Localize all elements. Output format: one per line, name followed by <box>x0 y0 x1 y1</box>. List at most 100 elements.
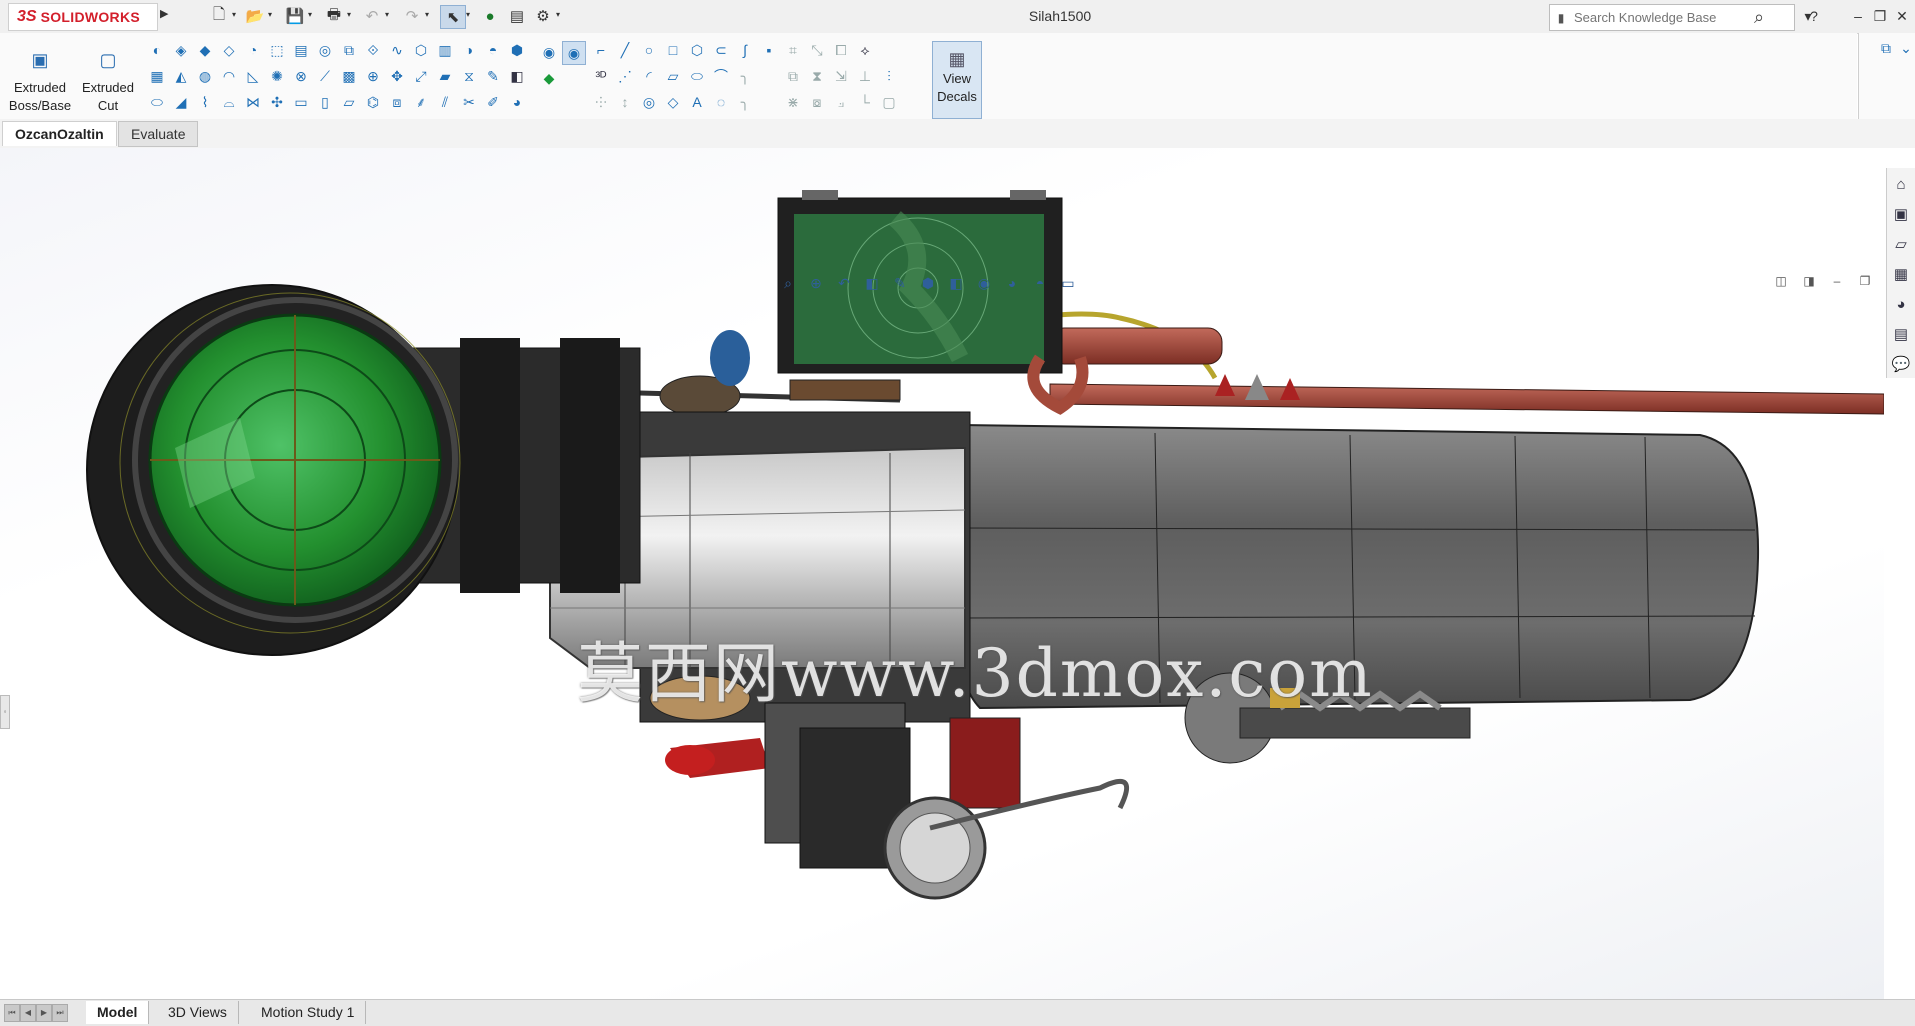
dome-icon[interactable]: ◠ <box>218 65 240 87</box>
arc-icon[interactable]: ◜ <box>638 65 660 87</box>
graphics-area[interactable]: 莫西网www.3dmox.com ◦ ⌕ ⊕ ↶ ◧ ✎ ⬢ ◧ ◉ ◕ ◓ ▭… <box>0 148 1884 999</box>
open-icon[interactable]: 📂 <box>243 5 267 27</box>
select-cursor-icon[interactable]: ⬉ <box>440 5 466 29</box>
spline-icon[interactable]: ∫ <box>734 39 756 61</box>
circle-icon[interactable]: ○ <box>638 39 660 61</box>
ellipse-icon[interactable]: ⬭ <box>686 65 708 87</box>
extruded-cut-button[interactable]: ▢ Extruded Cut <box>76 39 140 115</box>
prev-tab-arrow-icon[interactable]: ◀ <box>20 1004 36 1022</box>
redo-icon[interactable]: ↷ <box>400 5 424 27</box>
view-palette-icon[interactable]: ▦ <box>1887 260 1915 288</box>
intersection-curve-icon[interactable]: ⋇ <box>782 91 804 113</box>
edit-appearance-icon[interactable]: ✐ <box>482 91 504 113</box>
corner-rectangle-icon[interactable]: ⌐ <box>590 39 612 61</box>
trim-surface-icon[interactable]: ✂ <box>458 91 480 113</box>
close-button[interactable]: ✕ <box>1890 4 1914 28</box>
variable-pattern-icon[interactable]: ⋈ <box>242 91 264 113</box>
fill-pattern-icon[interactable]: ▩ <box>338 65 360 87</box>
file-properties-icon[interactable]: ▤ <box>505 5 529 27</box>
delete-face-icon[interactable]: ✎ <box>482 65 504 87</box>
new-document-icon[interactable]: 🗋 <box>207 5 231 27</box>
chevron-down-icon[interactable]: ▾ <box>425 10 433 20</box>
flex-icon[interactable]: ⌇ <box>194 91 216 113</box>
smart-dimension-icon[interactable]: ⟡ <box>854 39 876 61</box>
apply-scene-icon[interactable]: ◓ <box>1027 271 1053 295</box>
next-tab-arrow-icon[interactable]: ▶ <box>36 1004 52 1022</box>
mirror-entities-icon[interactable]: ⧗ <box>806 65 828 87</box>
extruded-boss-base-button[interactable]: ▣ Extruded Boss/Base <box>8 39 72 115</box>
curves-icon[interactable]: ∿ <box>386 39 408 61</box>
cylinder-icon[interactable]: ⬭ <box>146 91 168 113</box>
revolve-icon[interactable]: ◐ <box>146 39 168 61</box>
offset-icon[interactable]: ⧠ <box>830 39 852 61</box>
line-icon[interactable]: ╱ <box>614 39 636 61</box>
slot-icon[interactable]: ⊂ <box>710 39 732 61</box>
view-orientation-icon[interactable]: ⬢ <box>506 39 528 61</box>
feature-manager-toggle[interactable]: ◦ <box>0 695 10 729</box>
extend-icon[interactable]: ⤡ <box>806 39 828 61</box>
zoom-to-fit-icon[interactable]: ⌕ <box>775 271 801 295</box>
move-copy-icon[interactable]: ✥ <box>386 65 408 87</box>
custom-properties-icon[interactable]: ▤ <box>1887 320 1915 348</box>
solidworks-logo[interactable]: 3S SOLIDWORKS <box>8 3 158 31</box>
tab-model[interactable]: Model <box>86 1001 150 1024</box>
chamfer-sketch-icon[interactable]: ╮ <box>734 91 756 113</box>
linear-pattern-icon[interactable]: ⬚ <box>266 39 288 61</box>
freeform-icon[interactable]: ◢ <box>170 91 192 113</box>
surface-extrude-icon[interactable]: ▥ <box>434 39 456 61</box>
file-explorer-icon[interactable]: ▱ <box>1887 230 1915 258</box>
chevron-down-icon[interactable]: ▾ <box>232 10 240 20</box>
lofted-boss-icon[interactable]: ◆ <box>194 39 216 61</box>
dimension-icon[interactable]: ↕ <box>614 91 636 113</box>
box-icon[interactable]: ▭ <box>290 91 312 113</box>
thicken-icon[interactable]: ▰ <box>434 65 456 87</box>
polygon-icon[interactable]: ⬡ <box>686 39 708 61</box>
tab-3d-views[interactable]: 3D Views <box>157 1001 239 1024</box>
instant3d-icon[interactable]: ⬡ <box>410 39 432 61</box>
move-entities-icon[interactable]: ⇲ <box>830 65 852 87</box>
diamond-icon[interactable]: ◇ <box>662 91 684 113</box>
appearance-icon[interactable]: ◆ <box>538 67 560 89</box>
forum-icon[interactable]: 💬 <box>1887 350 1915 378</box>
ruled-surface-icon[interactable]: ⫽ <box>434 91 456 113</box>
intersect-icon[interactable]: ⊗ <box>290 65 312 87</box>
shadows-icon[interactable]: ◉ <box>562 41 586 65</box>
radiate-icon[interactable]: ⸙ <box>410 91 432 113</box>
scale-icon[interactable]: ⤢ <box>410 65 432 87</box>
stretch-icon[interactable]: ⟓ <box>830 91 852 113</box>
center-circle-icon[interactable]: ◎ <box>638 91 660 113</box>
help-button[interactable]: ? <box>1802 4 1826 28</box>
swept-boss-icon[interactable]: ◈ <box>170 39 192 61</box>
view-settings-icon[interactable]: ▭ <box>1055 271 1081 295</box>
3d-sketch-icon[interactable]: ³ᴰ <box>590 65 612 87</box>
view-orientation-icon[interactable]: ⬢ <box>915 271 941 295</box>
circular-pattern-icon[interactable]: ✺ <box>266 65 288 87</box>
sheet-icon[interactable]: ▱ <box>338 91 360 113</box>
section-view-icon[interactable]: ◧ <box>859 271 885 295</box>
split-line-icon[interactable]: ⟋ <box>314 65 336 87</box>
perimeter-circle-icon[interactable]: ◌ <box>710 91 732 113</box>
boundary-boss-icon[interactable]: ◇ <box>218 39 240 61</box>
home-icon[interactable]: ⌂ <box>1887 170 1915 198</box>
text-icon[interactable]: A <box>686 91 708 113</box>
display-style-icon[interactable]: ◧ <box>506 65 528 87</box>
last-tab-arrow-icon[interactable]: ⏭ <box>52 1004 68 1022</box>
traffic-light-icon[interactable]: ● <box>478 5 502 27</box>
fillet-icon[interactable]: ◔ <box>242 39 264 61</box>
collapse-icon[interactable]: ⌄ <box>1895 37 1915 59</box>
reference-geometry-icon[interactable]: ⟐ <box>362 39 384 61</box>
corner-icon[interactable]: └ <box>854 91 876 113</box>
first-tab-arrow-icon[interactable]: ⏮ <box>4 1004 20 1022</box>
combine-icon[interactable]: ⊕ <box>362 65 384 87</box>
section-view-icon[interactable]: ◓ <box>482 39 504 61</box>
linear-sketch-pattern-icon[interactable]: ⧇ <box>806 91 828 113</box>
surface-revolve-icon[interactable]: ◑ <box>458 39 480 61</box>
save-icon[interactable]: 💾 <box>283 5 307 27</box>
design-library-icon[interactable]: ▣ <box>1887 200 1915 228</box>
trim-icon[interactable]: ⌗ <box>782 39 804 61</box>
chevron-down-icon[interactable]: ▾ <box>466 10 474 20</box>
chevron-down-icon[interactable]: ▾ <box>385 10 393 20</box>
undo-icon[interactable]: ↶ <box>360 5 384 27</box>
quick-snaps-icon[interactable]: ⫶ <box>878 65 900 87</box>
library-feature-icon[interactable]: ▯ <box>314 91 336 113</box>
